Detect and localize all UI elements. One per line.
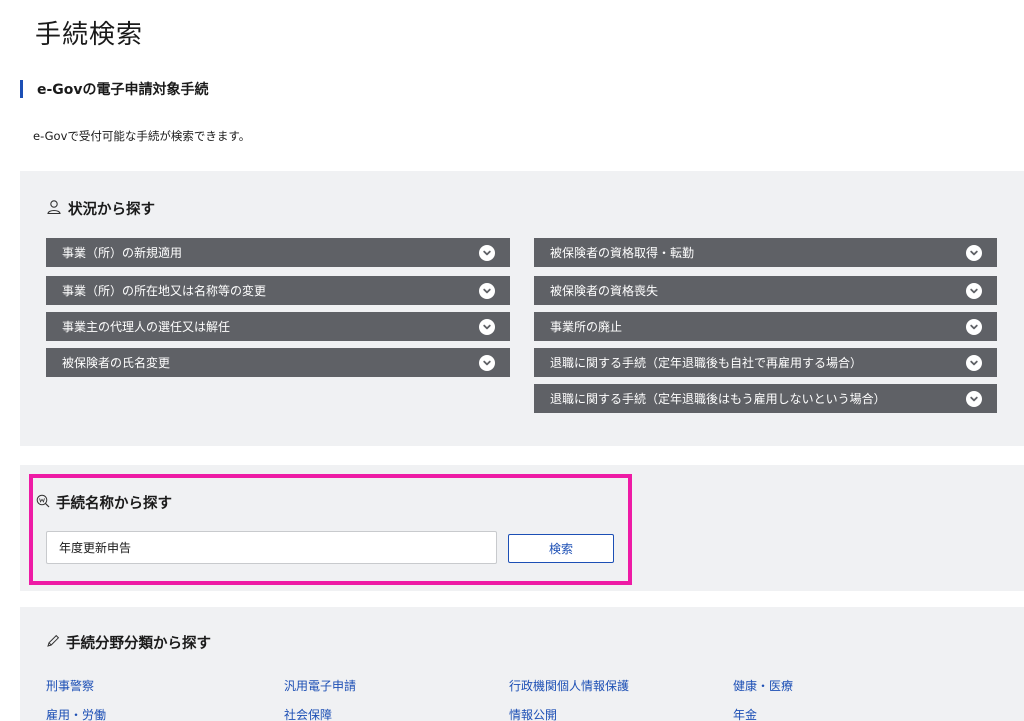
category-title-text: 手続分野分類から探す — [66, 636, 211, 652]
chevron-down-icon — [479, 354, 495, 371]
situation-item-retirement-reemploy[interactable]: 退職に関する手続（定年退職後も自社で再雇用する場合） — [534, 348, 997, 377]
category-link-criminal-police[interactable]: 刑事警察 — [46, 677, 94, 694]
situation-item-qualification-loss[interactable]: 被保険者の資格喪失 — [534, 276, 997, 305]
situation-item-agent-appointment[interactable]: 事業主の代理人の選任又は解任 — [46, 312, 510, 341]
situation-item-label: 被保険者の資格取得・転勤 — [550, 246, 695, 260]
chevron-down-icon — [479, 244, 495, 261]
situation-item-label: 事業（所）の新規適用 — [62, 246, 183, 260]
category-link-information-disclosure[interactable]: 情報公開 — [509, 706, 557, 721]
category-link-pension[interactable]: 年金 — [733, 706, 757, 721]
situation-item-label: 退職に関する手続（定年退職後も自社で再雇用する場合） — [550, 356, 863, 370]
situation-item-name-change[interactable]: 被保険者の氏名変更 — [46, 348, 510, 377]
category-link-employment-labor[interactable]: 雇用・労働 — [46, 706, 106, 721]
category-title: 手続分野分類から探す — [46, 632, 211, 653]
category-link-social-security[interactable]: 社会保障 — [284, 706, 332, 721]
situation-item-label: 事業所の廃止 — [550, 320, 623, 334]
chevron-down-icon — [966, 282, 982, 299]
highlight-box — [29, 474, 632, 585]
category-link-health-medical[interactable]: 健康・医療 — [733, 677, 793, 694]
section-heading: e-Govの電子申請対象手続 — [20, 80, 209, 98]
description-text: e-Govで受付可能な手続が検索できます。 — [33, 129, 251, 143]
situation-item-new-application[interactable]: 事業（所）の新規適用 — [46, 238, 510, 267]
situation-item-retirement-no-reemploy[interactable]: 退職に関する手続（定年退職後はもう雇用しないという場合） — [534, 384, 997, 413]
chevron-down-icon — [966, 390, 982, 407]
situation-item-label: 被保険者の氏名変更 — [62, 356, 171, 370]
situation-item-label: 被保険者の資格喪失 — [550, 284, 659, 298]
chevron-down-icon — [966, 318, 982, 335]
search-button[interactable]: 検索 — [508, 534, 614, 563]
situation-item-label: 退職に関する手続（定年退職後はもう雇用しないという場合） — [550, 392, 886, 406]
chevron-down-icon — [479, 318, 495, 335]
person-icon — [46, 199, 62, 219]
heading-accent-bar — [20, 80, 23, 98]
category-link-general-e-application[interactable]: 汎用電子申請 — [284, 677, 356, 694]
situation-title: 状況から探す — [46, 198, 155, 219]
category-link-admin-privacy[interactable]: 行政機関個人情報保護 — [509, 677, 629, 694]
situation-item-label: 事業（所）の所在地又は名称等の変更 — [62, 284, 267, 298]
page-title: 手続検索 — [35, 20, 144, 50]
situation-item-label: 事業主の代理人の選任又は解任 — [62, 320, 231, 334]
situation-title-text: 状況から探す — [68, 202, 155, 218]
chevron-down-icon — [966, 354, 982, 371]
chevron-down-icon — [966, 244, 982, 261]
search-input[interactable] — [46, 531, 497, 564]
situation-item-address-change[interactable]: 事業（所）の所在地又は名称等の変更 — [46, 276, 510, 305]
situation-item-office-closure[interactable]: 事業所の廃止 — [534, 312, 997, 341]
category-panel: 手続分野分類から探す — [20, 607, 1024, 721]
pencil-icon — [46, 634, 60, 652]
situation-item-qualification-acquisition[interactable]: 被保険者の資格取得・転勤 — [534, 238, 997, 267]
section-heading-text: e-Govの電子申請対象手続 — [37, 82, 209, 98]
chevron-down-icon — [479, 282, 495, 299]
